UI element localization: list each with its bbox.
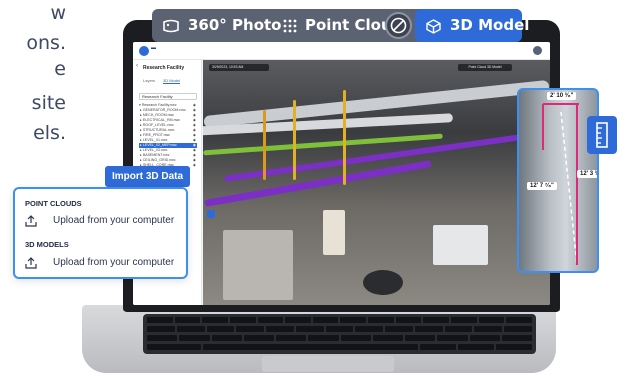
tree-item-label: LEVEL_02_MEP.nwc bbox=[142, 143, 177, 147]
cabinet bbox=[433, 225, 488, 265]
tab-3d-model[interactable]: 3D Model bbox=[163, 78, 181, 84]
measurement-label-right: 12' 3 ³⁄₄" bbox=[577, 170, 597, 178]
hero-line: w bbox=[50, 2, 66, 24]
hero-line: site bbox=[31, 92, 66, 114]
wall-left bbox=[223, 230, 293, 300]
tree-item-label: GENERATOR_ROOM.nwc bbox=[142, 108, 186, 112]
upload-label: Upload from your computer bbox=[53, 257, 175, 268]
grid-dots-icon bbox=[283, 9, 297, 42]
panorama-icon bbox=[163, 9, 179, 42]
measurement-label-top: 2' 10 ³⁄₈" bbox=[547, 92, 577, 100]
hanger bbox=[263, 110, 266, 180]
tree-item-label: Research Facility.nwc bbox=[141, 103, 177, 107]
model-tree: ▾ Research Facility.nwc ◉ ▸ GENERATOR_ROO… bbox=[139, 103, 197, 168]
cube-icon bbox=[426, 9, 441, 42]
cart bbox=[323, 210, 345, 255]
tree-item-label: FIRE_PROT.nwc bbox=[142, 133, 170, 137]
viewport-mode-buttons[interactable]: Point Cloud 3D Model bbox=[458, 64, 512, 71]
logo-icon bbox=[139, 46, 149, 56]
upload-3d-model-option[interactable]: Upload from your computer bbox=[25, 256, 185, 270]
hanger bbox=[343, 90, 346, 185]
tree-item-label: ELECTRICAL_RM.nwc bbox=[142, 118, 180, 122]
section-title-point-clouds: POINT CLOUDS bbox=[25, 199, 82, 208]
measurement-label-left: 12' 7 ⁷⁄₈" bbox=[527, 182, 557, 190]
hanger bbox=[293, 100, 296, 180]
tree-item-label: ROOF_LEVEL.nwc bbox=[142, 123, 174, 127]
hero-line: e bbox=[54, 58, 66, 80]
laptop-trackpad bbox=[262, 356, 394, 372]
tree-item-label: BASEMENT.nwc bbox=[142, 153, 170, 157]
overlap-circles-icon[interactable] bbox=[385, 12, 412, 39]
upload-label: Upload from your computer bbox=[53, 215, 175, 226]
import-3d-data-button[interactable]: Import 3D Data bbox=[105, 166, 190, 187]
sidebar-tabs: Layers 3D Model bbox=[139, 78, 197, 86]
hero-line: els. bbox=[33, 122, 66, 144]
tree-filter-select[interactable]: Research Facility bbox=[139, 93, 197, 100]
avatar[interactable] bbox=[533, 46, 542, 55]
tree-item-label: LEVEL_03.nwc bbox=[142, 148, 168, 152]
upload-point-cloud-option[interactable]: Upload from your computer bbox=[25, 214, 185, 228]
tree-item-label: MECH_ROOM.nwc bbox=[142, 113, 174, 117]
app-topbar: ▬ bbox=[133, 42, 550, 60]
hero-text: w ons. e site els. bbox=[0, 0, 70, 160]
eye-icon[interactable]: ◉ bbox=[193, 163, 196, 168]
section-title-3d-models: 3D MODELS bbox=[25, 240, 69, 249]
3d-viewport[interactable]: 3/29/2023, 10:53 AM Point Cloud 3D Model bbox=[203, 60, 550, 305]
tree-item-label: STRUCTURAL.nwc bbox=[142, 128, 175, 132]
viewport-toolbar[interactable]: 3/29/2023, 10:53 AM bbox=[209, 64, 269, 71]
tool-icon[interactable] bbox=[207, 210, 215, 218]
back-icon[interactable]: ‹ bbox=[136, 63, 138, 69]
mode-3d-model[interactable]: 3D Model bbox=[450, 9, 529, 42]
logo: ▬ bbox=[151, 45, 156, 51]
app-screen: ▬ ‹ Research Facility Layers 3D Model Re… bbox=[133, 42, 550, 305]
floor-shadow bbox=[363, 270, 403, 295]
hero-line: ons. bbox=[26, 32, 66, 54]
import-options-card: POINT CLOUDS Upload from your computer 3… bbox=[13, 187, 188, 279]
upload-icon bbox=[25, 214, 37, 227]
mode-360-photo[interactable]: 360° Photo bbox=[188, 9, 282, 42]
upload-icon bbox=[25, 256, 37, 269]
laptop-keyboard bbox=[143, 314, 536, 354]
tree-item-label: CEILING_GRID.nwc bbox=[142, 158, 176, 162]
ruler-icon[interactable] bbox=[587, 116, 617, 154]
tree-item-label: LEVEL_01.nwc bbox=[142, 138, 168, 142]
tab-layers[interactable]: Layers bbox=[143, 78, 155, 83]
project-name: Research Facility bbox=[143, 65, 185, 71]
